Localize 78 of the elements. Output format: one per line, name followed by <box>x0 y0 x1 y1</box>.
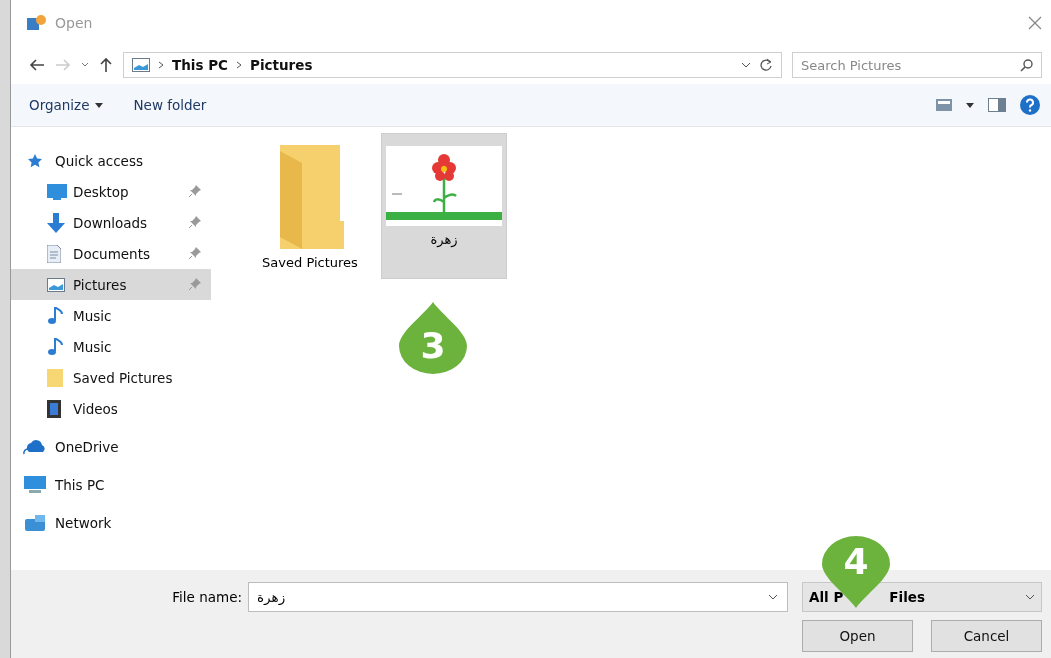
picture-icon <box>47 277 65 292</box>
pin-icon <box>189 246 201 259</box>
film-icon <box>47 399 61 418</box>
nav-label: Music <box>73 307 112 324</box>
file-item[interactable]: Saved Pictures <box>247 133 373 279</box>
nav-label: OneDrive <box>55 438 119 455</box>
nav-label: This PC <box>55 476 105 493</box>
organize-menu[interactable]: Organize <box>29 97 104 113</box>
monitor-icon <box>47 183 67 200</box>
file-name-field[interactable]: زهرة <box>248 582 788 612</box>
dialog-button[interactable]: Open <box>802 620 913 652</box>
nav-label: Saved Pictures <box>73 369 173 386</box>
breadcrumb-item[interactable]: Pictures <box>250 57 313 73</box>
nav-item[interactable]: Documents <box>11 238 211 269</box>
breadcrumb-item[interactable]: This PC <box>172 57 228 73</box>
nav-label: Network <box>55 514 112 531</box>
step-number: 4 <box>843 544 869 580</box>
pin-icon <box>189 215 201 228</box>
nav-item[interactable]: Music <box>11 300 211 331</box>
nav-label: Documents <box>73 245 150 262</box>
picture-icon <box>132 58 150 72</box>
nav-item[interactable]: Network <box>11 507 211 538</box>
cloud-icon <box>22 437 48 456</box>
back-arrow-icon[interactable] <box>29 58 45 72</box>
nav-item[interactable]: Pictures <box>11 269 211 300</box>
nav-label: Downloads <box>73 214 148 231</box>
down-arrow-icon <box>47 212 65 233</box>
address-field[interactable]: This PC Pictures <box>123 52 782 78</box>
document-icon <box>47 244 61 263</box>
network-icon <box>23 513 47 532</box>
file-name-label: File name: <box>172 589 242 605</box>
chevron-icon <box>236 61 242 69</box>
file-type-text: Files <box>889 589 925 605</box>
caret-icon <box>1025 594 1035 600</box>
pin-icon <box>189 277 201 290</box>
nav-item[interactable]: This PC <box>11 469 211 500</box>
refresh-icon[interactable] <box>759 58 773 72</box>
caret-icon[interactable] <box>741 62 751 68</box>
nav-item[interactable]: Desktop <box>11 176 211 207</box>
view-options-icon[interactable] <box>936 99 952 111</box>
nav-item[interactable]: Downloads <box>11 207 211 238</box>
step-number: 3 <box>420 328 446 364</box>
search-field[interactable]: Search Pictures <box>792 52 1042 78</box>
window-title: Open <box>55 15 94 31</box>
music-note-icon <box>47 337 63 356</box>
file-name: زهرة <box>430 232 458 247</box>
pin-icon <box>189 184 201 197</box>
caret-icon[interactable] <box>966 102 974 108</box>
nav-item[interactable]: Videos <box>11 393 211 424</box>
nav-label: Desktop <box>73 183 129 200</box>
nav-item[interactable]: OneDrive <box>11 431 211 462</box>
dialog-button[interactable]: Cancel <box>931 620 1042 652</box>
up-arrow-icon[interactable] <box>99 57 113 73</box>
preview-pane-icon[interactable] <box>988 98 1006 112</box>
new-folder-button[interactable]: New folder <box>133 97 207 113</box>
nav-label: Videos <box>73 400 118 417</box>
nav-label: Pictures <box>73 276 127 293</box>
help-icon[interactable] <box>1020 95 1040 115</box>
nav-label: Quick access <box>55 152 143 169</box>
step-marker <box>399 302 467 374</box>
chevron-icon <box>158 61 164 69</box>
file-type-text: All P <box>809 589 844 605</box>
search-icon <box>1020 59 1033 72</box>
nav-item[interactable]: Music <box>11 331 211 362</box>
music-note-icon <box>47 306 63 325</box>
caret-icon <box>95 102 104 108</box>
file-type-dropdown[interactable]: All P Files <box>802 582 1042 612</box>
app-icon <box>27 14 47 32</box>
close-icon[interactable] <box>1028 16 1042 30</box>
star-icon <box>27 152 43 169</box>
folder-icon <box>47 368 63 387</box>
file-item[interactable]: زهرة <box>381 133 507 279</box>
computer-icon <box>23 475 47 494</box>
nav-label: Music <box>73 338 112 355</box>
file-name: Saved Pictures <box>262 255 358 270</box>
nav-item[interactable]: Quick access <box>11 145 211 176</box>
caret-icon[interactable] <box>768 594 778 600</box>
nav-item[interactable]: Saved Pictures <box>11 362 211 393</box>
